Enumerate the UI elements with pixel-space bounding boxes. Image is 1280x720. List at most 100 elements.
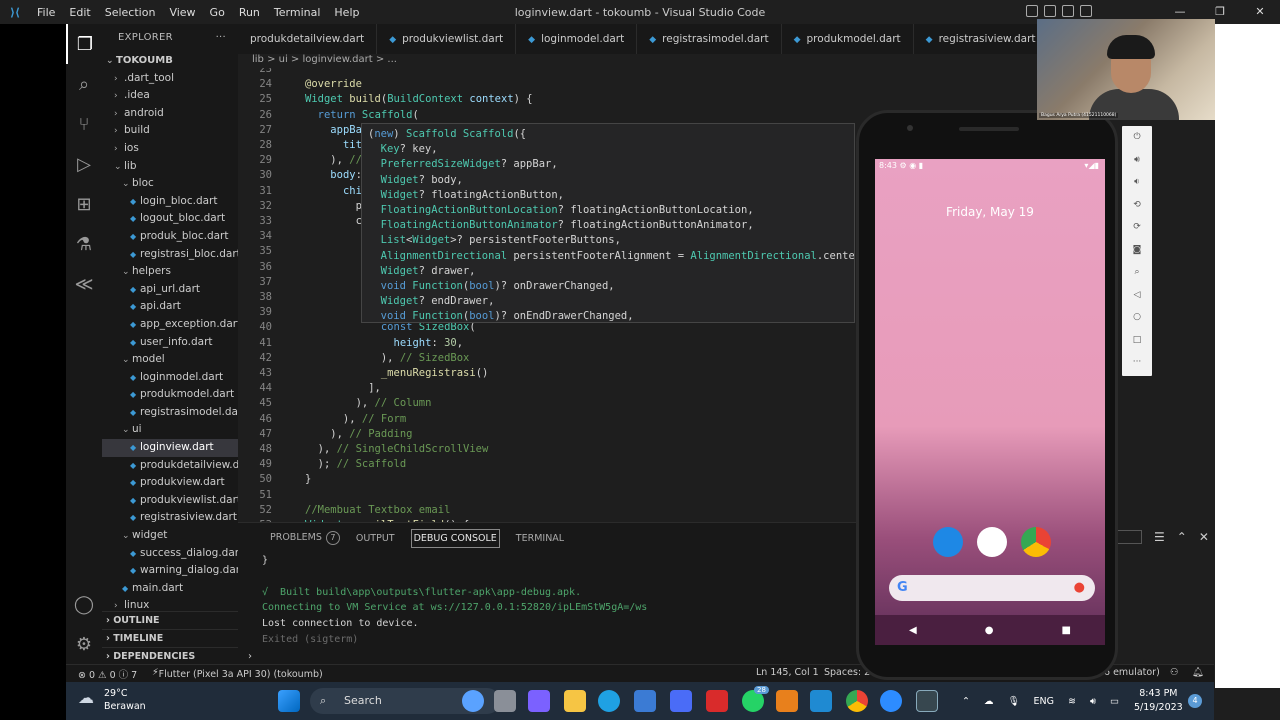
menu-selection[interactable]: Selection	[98, 6, 163, 19]
file-item[interactable]: ◆ warning_dialog.dart	[102, 562, 238, 580]
play-store-app-icon[interactable]	[977, 527, 1007, 557]
home-icon[interactable]: ○	[1122, 306, 1152, 329]
zoom-icon[interactable]: ⌕	[1122, 261, 1152, 284]
language-indicator[interactable]: ENG	[1034, 696, 1054, 707]
tab-debug-console[interactable]: DEBUG CONSOLE	[410, 528, 500, 548]
dependencies-section[interactable]: › DEPENDENCIES	[102, 647, 238, 664]
volume-up-icon[interactable]: 🔊︎	[1122, 149, 1152, 172]
file-item[interactable]: ◆ login_bloc.dart	[102, 193, 238, 211]
google-search-bar[interactable]: G ●	[889, 575, 1095, 601]
problems-status[interactable]: ⊗ 0 ⚠ 0 ⓘ 7	[78, 667, 137, 681]
editor-tab[interactable]: ◆ produkmodel.dart	[782, 24, 914, 54]
chat-icon[interactable]	[528, 690, 550, 712]
onedrive-icon[interactable]: ☁	[984, 696, 994, 707]
task-view-icon[interactable]	[494, 690, 516, 712]
file-item[interactable]: ◆ loginview.dart	[102, 439, 238, 457]
menu-file[interactable]: File	[30, 6, 62, 19]
power-icon[interactable]: ⏻	[1122, 126, 1152, 149]
battery-icon[interactable]: ▭	[1110, 696, 1119, 707]
microsoft-store-icon[interactable]	[634, 690, 656, 712]
file-item[interactable]: ◆ api.dart	[102, 298, 238, 316]
file-item[interactable]: ◆ produkviewlist.dart	[102, 492, 238, 510]
close-panel-icon[interactable]: ✕	[1199, 530, 1209, 544]
clear-console-icon[interactable]: ☰	[1154, 530, 1165, 544]
file-item[interactable]: ◆ main.dart	[102, 580, 238, 598]
file-item[interactable]: ◆produkdetailview.d...	[102, 457, 238, 475]
rotate-left-icon[interactable]: ⟲	[1122, 194, 1152, 217]
cursor-position[interactable]: Ln 145, Col 1	[756, 667, 819, 678]
microphone-icon[interactable]: 🎙︎	[1007, 696, 1019, 707]
taskbar-clock[interactable]: 8:43 PM 5/19/2023	[1134, 687, 1183, 715]
vscode-taskbar-icon[interactable]	[810, 690, 832, 712]
toggle-panel-icon[interactable]	[1044, 5, 1056, 17]
customize-layout-icon[interactable]	[1080, 5, 1092, 17]
folder-item[interactable]: › build	[102, 122, 238, 140]
overview-icon[interactable]: □	[1122, 329, 1152, 352]
edge-icon[interactable]	[598, 690, 620, 712]
editor-tab[interactable]: ◆ registrasiview.dart	[914, 24, 1038, 54]
folder-item[interactable]: ⌄ model	[102, 351, 238, 369]
source-control-icon[interactable]: ⑂	[66, 104, 102, 144]
editor-tab[interactable]: ◆ registrasimodel.dart	[637, 24, 782, 54]
file-explorer-icon[interactable]	[564, 690, 586, 712]
recents-button[interactable]: ■	[1062, 625, 1071, 636]
volume-icon[interactable]: 🔊︎	[1090, 696, 1096, 707]
folder-item[interactable]: › android	[102, 105, 238, 123]
flutter-icon[interactable]: ≪	[66, 264, 102, 304]
folder-item[interactable]: › .dart_tool	[102, 70, 238, 88]
accounts-status-icon[interactable]: ⚇	[1170, 667, 1179, 678]
app-icon[interactable]	[670, 690, 692, 712]
file-item[interactable]: ◆ logout_bloc.dart	[102, 210, 238, 228]
back-icon[interactable]: ◁	[1122, 284, 1152, 307]
folder-item[interactable]: ⌄ bloc	[102, 175, 238, 193]
file-item[interactable]: ◆ produkmodel.dart	[102, 386, 238, 404]
notification-badge[interactable]: 4	[1188, 694, 1202, 708]
assistant-icon[interactable]: ●	[1074, 575, 1085, 601]
file-item[interactable]: ◆ success_dialog.dart	[102, 545, 238, 563]
messages-app-icon[interactable]	[933, 527, 963, 557]
timeline-section[interactable]: › TIMELINE	[102, 629, 238, 646]
menu-view[interactable]: View	[162, 6, 202, 19]
rotate-right-icon[interactable]: ⟳	[1122, 216, 1152, 239]
file-item[interactable]: ◆ api_url.dart	[102, 281, 238, 299]
screenshot-icon[interactable]: ◙	[1122, 239, 1152, 262]
more-actions-icon[interactable]: ···	[216, 24, 226, 52]
file-item[interactable]: ◆ registrasi_bloc.dart	[102, 246, 238, 264]
file-item[interactable]: ◆ app_exception.dart	[102, 316, 238, 334]
more-icon[interactable]: ···	[1122, 351, 1152, 374]
tray-overflow-icon[interactable]: ⌃	[962, 696, 970, 707]
chrome-app-icon[interactable]	[1021, 527, 1051, 557]
mcafee-icon[interactable]	[706, 690, 728, 712]
weather-widget[interactable]: ☁ 29°C Berawan	[78, 687, 146, 713]
file-item[interactable]: ◆ registrasiview.dart	[102, 509, 238, 527]
menu-help[interactable]: Help	[327, 6, 366, 19]
file-item[interactable]: ◆ user_info.dart	[102, 334, 238, 352]
breadcrumb[interactable]: lib > ui > loginview.dart > ...	[238, 54, 1038, 68]
tab-output[interactable]: OUTPUT	[356, 533, 395, 544]
manage-gear-icon[interactable]: ⚙	[66, 624, 102, 664]
zoom-icon[interactable]	[880, 690, 902, 712]
emulator-taskbar-icon[interactable]	[916, 690, 938, 712]
close-window-button[interactable]: ✕	[1240, 0, 1280, 24]
editor-tab[interactable]: produkdetailview.dart	[238, 24, 378, 54]
extensions-icon[interactable]: ⊞	[66, 184, 102, 224]
start-button-icon[interactable]	[278, 690, 300, 712]
flutter-device-status[interactable]: ⚡ Flutter (Pixel 3a API 30) (tokoumb)	[152, 667, 323, 680]
menu-run[interactable]: Run	[232, 6, 267, 19]
menu-edit[interactable]: Edit	[62, 6, 97, 19]
file-item[interactable]: ◆ produkview.dart	[102, 474, 238, 492]
folder-item[interactable]: › ios	[102, 140, 238, 158]
testing-icon[interactable]: ⚗	[66, 224, 102, 264]
notifications-bell-icon[interactable]: 🔔︎	[1192, 667, 1204, 678]
editor-tab[interactable]: ◆ produkviewlist.dart	[377, 24, 517, 54]
bing-icon[interactable]	[462, 690, 484, 712]
menu-go[interactable]: Go	[203, 6, 232, 19]
file-item[interactable]: ◆ registrasimodel.dart	[102, 404, 238, 422]
folder-item[interactable]: ⌄ ui	[102, 421, 238, 439]
folder-item[interactable]: ⌄ widget	[102, 527, 238, 545]
tab-terminal[interactable]: TERMINAL	[516, 533, 564, 544]
explorer-icon[interactable]: ❐	[66, 24, 102, 64]
file-item[interactable]: ◆ produk_bloc.dart	[102, 228, 238, 246]
editor-tab[interactable]: ◆ loginmodel.dart	[516, 24, 638, 54]
run-debug-icon[interactable]: ▷	[66, 144, 102, 184]
